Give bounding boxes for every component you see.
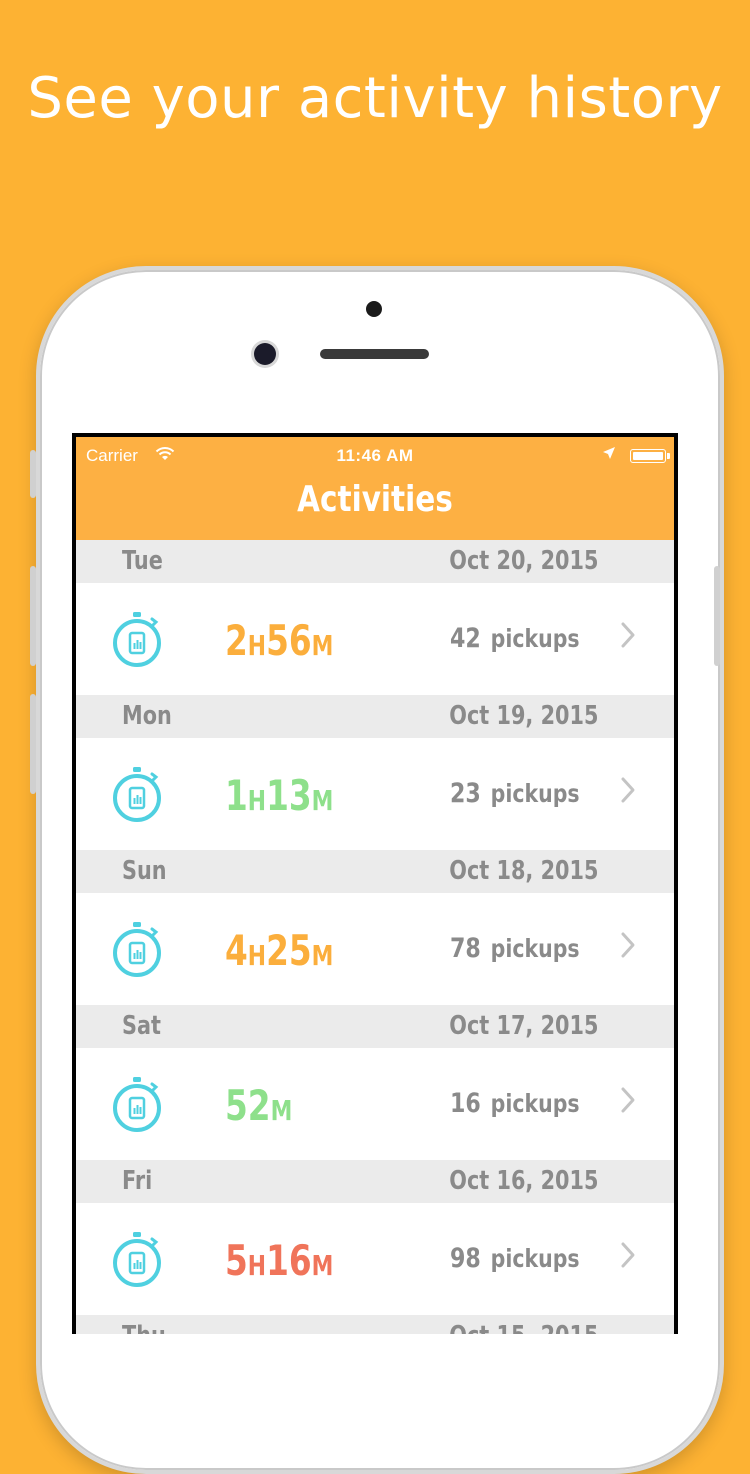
chevron-right-icon [621, 1087, 635, 1113]
stopwatch-icon [113, 1077, 161, 1132]
date-label: Oct 16, 2015 [448, 1166, 598, 1196]
stopwatch-icon [113, 767, 161, 822]
pickups-info: 98 pickups [450, 1243, 580, 1274]
activity-list: Tue Oct 20, 2015 2H56M 42 pickups Mon Oct 19, … [76, 540, 674, 1334]
duration-value: 52M [225, 1081, 292, 1130]
duration-value: 5H16M [225, 1236, 333, 1285]
date-label: Oct 20, 2015 [448, 546, 598, 576]
pickups-label: pickups [490, 779, 580, 808]
section-header: Sat Oct 17, 2015 [76, 1005, 674, 1048]
hours-unit: H [247, 939, 267, 972]
status-time: 11:46 AM [336, 446, 414, 465]
page-title: Activities [297, 479, 453, 520]
battery-icon [630, 449, 670, 463]
pickups-count: 23 [450, 778, 481, 809]
minutes-value: 16 [266, 1236, 312, 1285]
duration-value: 1H13M [225, 771, 333, 820]
pickups-label: pickups [490, 1244, 580, 1273]
section-header: Mon Oct 19, 2015 [76, 695, 674, 738]
minutes-unit: M [311, 939, 334, 972]
day-label: Fri [122, 1166, 153, 1196]
hours-unit: H [247, 784, 267, 817]
date-label: Oct 15, 2015 [449, 1321, 598, 1334]
chevron-right-icon [621, 777, 635, 803]
chevron-right-icon [621, 932, 635, 958]
day-label: Mon [122, 701, 172, 731]
minutes-value: 56 [266, 616, 312, 665]
activity-row[interactable]: 4H25M 78 pickups [76, 893, 674, 1005]
earpiece-speaker [320, 349, 429, 359]
status-bar: Carrier 11:46 AM [76, 437, 674, 473]
pickups-info: 16 pickups [450, 1088, 580, 1119]
location-arrow-icon [603, 447, 615, 459]
hours-value: 2 [225, 616, 248, 665]
pickups-count: 16 [450, 1088, 481, 1119]
hours-value: 4 [225, 926, 248, 975]
minutes-unit: M [311, 629, 334, 662]
pickups-label: pickups [490, 1089, 580, 1118]
activity-row[interactable]: 5H16M 98 pickups [76, 1203, 674, 1315]
pickups-count: 98 [450, 1243, 481, 1274]
proximity-sensor [366, 301, 382, 317]
section-header: Thu Oct 15, 2015 [76, 1315, 674, 1334]
stopwatch-icon [113, 1232, 161, 1287]
day-label: Thu [122, 1321, 166, 1334]
promo-headline: See your activity history [27, 66, 723, 131]
navigation-bar: Carrier 11:46 AM Activities [76, 437, 674, 540]
stopwatch-icon [113, 612, 161, 667]
hours-value: 5 [225, 1236, 248, 1285]
day-label: Sun [122, 856, 167, 886]
day-label: Tue [122, 546, 163, 576]
hours-unit: H [247, 1249, 267, 1282]
section-header: Tue Oct 20, 2015 [76, 540, 674, 583]
minutes-value: 25 [266, 926, 312, 975]
minutes-value: 13 [266, 771, 312, 820]
hours-unit: H [247, 629, 267, 662]
minutes-unit: M [311, 1249, 334, 1282]
activity-row[interactable]: 52M 16 pickups [76, 1048, 674, 1160]
power-button [714, 566, 720, 666]
activity-row[interactable]: 1H13M 23 pickups [76, 738, 674, 850]
front-camera [254, 343, 276, 365]
date-label: Oct 17, 2015 [448, 1011, 598, 1041]
minutes-unit: M [311, 784, 334, 817]
pickups-info: 78 pickups [450, 933, 580, 964]
pickups-label: pickups [490, 624, 580, 653]
pickups-count: 78 [450, 933, 481, 964]
pickups-info: 42 pickups [450, 623, 580, 654]
chevron-right-icon [621, 622, 635, 648]
activity-row[interactable]: 2H56M 42 pickups [76, 583, 674, 695]
volume-up-button [30, 566, 36, 666]
section-header: Sun Oct 18, 2015 [76, 850, 674, 893]
day-label: Sat [122, 1011, 161, 1041]
date-label: Oct 19, 2015 [448, 701, 598, 731]
pickups-count: 42 [450, 623, 481, 654]
phone-screen: Carrier 11:46 AM Activities Tue Oct 20, 2… [72, 433, 678, 1334]
chevron-right-icon [621, 1242, 635, 1268]
hours-value: 1 [225, 771, 248, 820]
duration-value: 2H56M [225, 616, 333, 665]
duration-value: 4H25M [225, 926, 333, 975]
volume-down-button [30, 694, 36, 794]
pickups-label: pickups [490, 934, 580, 963]
pickups-info: 23 pickups [450, 778, 580, 809]
minutes-unit: M [270, 1094, 293, 1127]
stopwatch-icon [113, 922, 161, 977]
mute-switch [30, 450, 36, 498]
minutes-value: 52 [225, 1081, 271, 1130]
date-label: Oct 18, 2015 [448, 856, 598, 886]
section-header: Fri Oct 16, 2015 [76, 1160, 674, 1203]
